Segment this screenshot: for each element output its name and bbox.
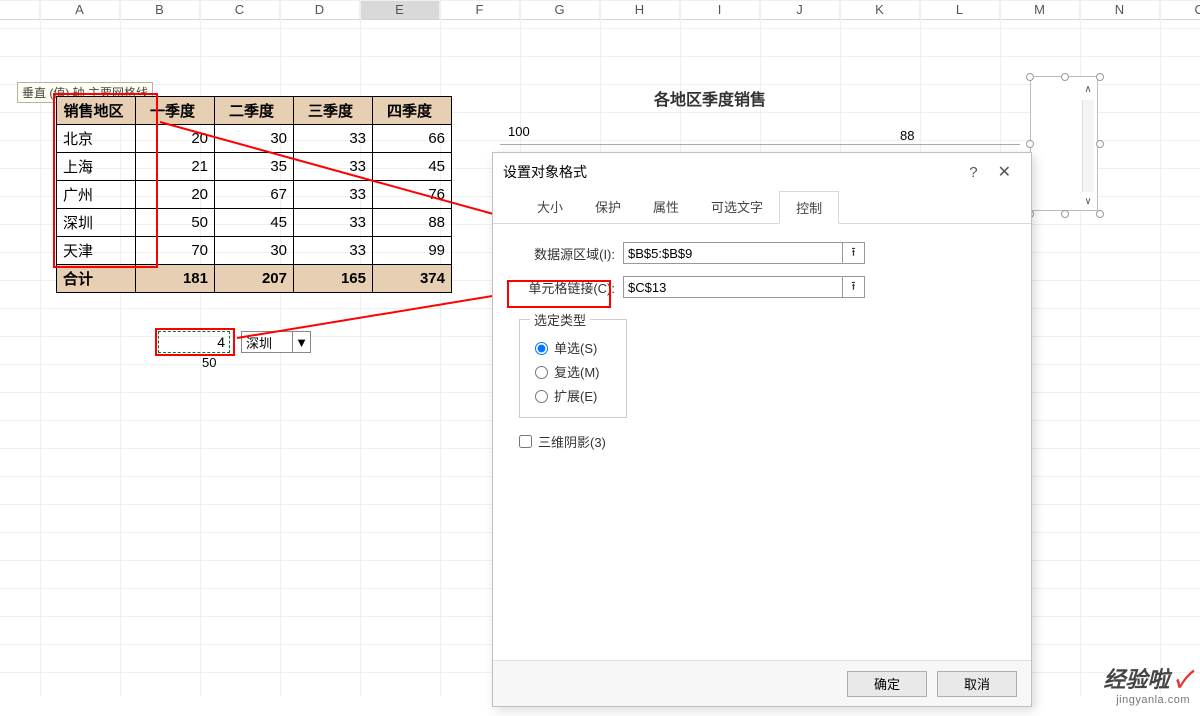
table-row: 天津 70 30 33 99 xyxy=(57,237,452,265)
selection-type-group: 选定类型 单选(S) 复选(M) 扩展(E) xyxy=(519,310,627,418)
hdr-q4: 四季度 xyxy=(373,97,452,125)
close-icon[interactable]: ✕ xyxy=(988,158,1021,186)
dialog-title: 设置对象格式 xyxy=(503,162,587,182)
chart-left-value: 100 xyxy=(508,124,530,139)
col-H[interactable]: H xyxy=(600,0,680,19)
col-E[interactable]: E xyxy=(360,0,440,19)
range-picker-icon[interactable]: ⭱ xyxy=(843,242,865,264)
corner-cell xyxy=(0,0,40,19)
col-G[interactable]: G xyxy=(520,0,600,19)
scrollbar-down-icon[interactable]: ∨ xyxy=(1082,196,1094,208)
col-M[interactable]: M xyxy=(1000,0,1080,19)
table-row-total: 合计 181 207 165 374 xyxy=(57,265,452,293)
tab-protect[interactable]: 保护 xyxy=(579,191,637,223)
linked-cell[interactable]: 4 xyxy=(158,331,230,353)
col-J[interactable]: J xyxy=(760,0,840,19)
selection-type-legend: 选定类型 xyxy=(530,310,590,329)
col-O[interactable]: O xyxy=(1160,0,1200,19)
dialog-tabs: 大小 保护 属性 可选文字 控制 xyxy=(493,191,1031,224)
table-row: 广州 20 67 33 76 xyxy=(57,181,452,209)
column-headers: A B C D E F G H I J K L M N O xyxy=(0,0,1200,20)
range-picker-icon[interactable]: ⭱ xyxy=(843,276,865,298)
hdr-q3: 三季度 xyxy=(294,97,373,125)
col-N[interactable]: N xyxy=(1080,0,1160,19)
chevron-down-icon[interactable]: ▼ xyxy=(292,332,310,352)
chart-right-value: 88 xyxy=(900,128,914,143)
resize-handle[interactable] xyxy=(1026,73,1034,81)
resize-handle[interactable] xyxy=(1096,210,1104,218)
table-row: 上海 21 35 33 45 xyxy=(57,153,452,181)
cancel-button[interactable]: 取消 xyxy=(937,671,1017,697)
hdr-q1: 一季度 xyxy=(136,97,215,125)
resize-handle[interactable] xyxy=(1096,73,1104,81)
help-icon[interactable]: ? xyxy=(959,160,987,185)
radio-extend[interactable] xyxy=(535,390,548,403)
resize-handle[interactable] xyxy=(1096,140,1104,148)
resize-handle[interactable] xyxy=(1061,210,1069,218)
region-dropdown[interactable]: 深圳 ▼ xyxy=(241,331,311,353)
radio-single[interactable] xyxy=(535,342,548,355)
checkbox-3d-shadow[interactable] xyxy=(519,435,532,448)
radio-multi[interactable] xyxy=(535,366,548,379)
cell-below-value[interactable]: 50 xyxy=(202,355,216,370)
hdr-q2: 二季度 xyxy=(215,97,294,125)
scrollbar-track[interactable] xyxy=(1082,100,1094,192)
resize-handle[interactable] xyxy=(1061,73,1069,81)
tab-properties[interactable]: 属性 xyxy=(637,191,695,223)
chart-axis-line xyxy=(500,144,1020,145)
tab-control[interactable]: 控制 xyxy=(779,191,839,224)
data-source-input[interactable] xyxy=(623,242,843,264)
col-D[interactable]: D xyxy=(280,0,360,19)
checkbox-3d-shadow-label: 三维阴影(3) xyxy=(538,432,606,451)
dropdown-value: 深圳 xyxy=(246,333,272,352)
chart-title: 各地区季度销售 xyxy=(654,86,766,110)
hdr-region: 销售地区 xyxy=(57,97,136,125)
data-source-label: 数据源区域(I): xyxy=(515,244,615,263)
tab-size[interactable]: 大小 xyxy=(521,191,579,223)
col-A[interactable]: A xyxy=(40,0,120,19)
table-row: 北京 20 30 33 66 xyxy=(57,125,452,153)
cell-link-label: 单元格链接(C): xyxy=(515,278,615,297)
format-object-dialog: 设置对象格式 ? ✕ 大小 保护 属性 可选文字 控制 数据源区域(I): ⭱ … xyxy=(492,152,1032,707)
resize-handle[interactable] xyxy=(1026,140,1034,148)
watermark: 经验啦 ✓ jingyanla.com xyxy=(1103,662,1190,706)
col-K[interactable]: K xyxy=(840,0,920,19)
table-row: 深圳 50 45 33 88 xyxy=(57,209,452,237)
col-C[interactable]: C xyxy=(200,0,280,19)
scrollbar-up-icon[interactable]: ∧ xyxy=(1082,84,1094,96)
col-I[interactable]: I xyxy=(680,0,760,19)
tab-alttext[interactable]: 可选文字 xyxy=(695,191,779,223)
col-F[interactable]: F xyxy=(440,0,520,19)
cell-link-input[interactable] xyxy=(623,276,843,298)
col-L[interactable]: L xyxy=(920,0,1000,19)
sales-table: 销售地区 一季度 二季度 三季度 四季度 北京 20 30 33 66 上海 2… xyxy=(56,96,452,293)
col-B[interactable]: B xyxy=(120,0,200,19)
ok-button[interactable]: 确定 xyxy=(847,671,927,697)
